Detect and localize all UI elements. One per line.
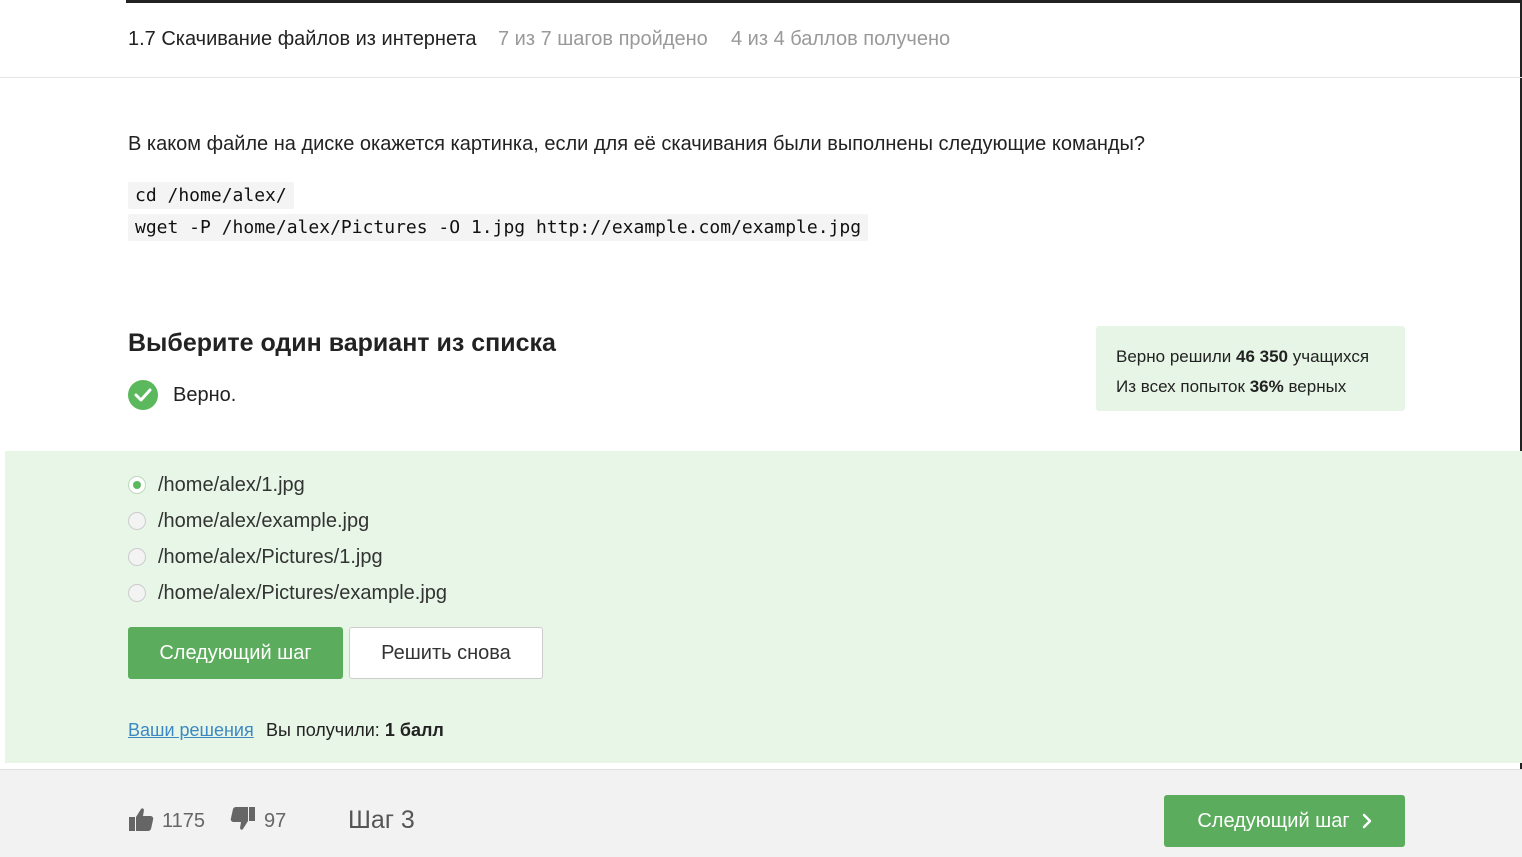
dislike-count: 97: [264, 809, 287, 832]
retry-button[interactable]: Решить снова: [349, 627, 543, 679]
option-label: /home/alex/Pictures/example.jpg: [158, 581, 448, 604]
stats-box: Верно решили 46 350 учащихся Из всех поп…: [1096, 326, 1405, 411]
option-item[interactable]: /home/alex/Pictures/example.jpg: [128, 582, 447, 604]
code-line: cd /home/alex/: [128, 182, 294, 209]
chevron-right-icon: [1362, 813, 1372, 829]
like-button[interactable]: 1175: [128, 807, 205, 835]
received-value: 1 балл: [384, 720, 444, 740]
like-count: 1175: [162, 809, 206, 832]
option-label: /home/alex/1.jpg: [158, 473, 305, 496]
next-step-button[interactable]: Следующий шаг: [128, 627, 343, 679]
thumbs-up-icon: [128, 806, 154, 837]
your-solutions-link[interactable]: Ваши решения: [128, 720, 254, 741]
points-progress: 4 из 4 баллов получено: [731, 28, 951, 50]
received-points: Вы получили: 1 балл: [266, 720, 444, 740]
result-text: Верно.: [173, 383, 237, 406]
option-label: /home/alex/Pictures/1.jpg: [158, 545, 383, 568]
attempts-stat: Из всех попыток 36% верных: [1116, 377, 1347, 396]
lesson-header: 1.7 Скачивание файлов из интернета 7 из …: [0, 0, 1522, 78]
steps-progress: 7 из 7 шагов пройдено: [498, 28, 708, 50]
option-label: /home/alex/example.jpg: [158, 509, 370, 532]
quiz-title: Выберите один вариант из списка: [128, 329, 556, 357]
thumbs-down-icon: [230, 806, 256, 837]
answer-panel: [5, 451, 1522, 763]
option-item[interactable]: /home/alex/example.jpg: [128, 510, 369, 532]
solved-stat: Верно решили 46 350 учащихся: [1116, 347, 1370, 366]
radio-button[interactable]: [128, 548, 146, 566]
check-circle-icon: [128, 380, 158, 410]
footer-next-step-button[interactable]: Следующий шаг: [1164, 795, 1405, 847]
code-line: wget -P /home/alex/Pictures -O 1.jpg htt…: [128, 214, 869, 241]
dislike-button[interactable]: 97: [230, 806, 287, 837]
lesson-title[interactable]: 1.7 Скачивание файлов из интернета: [128, 28, 477, 51]
radio-button[interactable]: [128, 476, 146, 494]
radio-button[interactable]: [128, 512, 146, 530]
option-item[interactable]: /home/alex/Pictures/1.jpg: [128, 546, 383, 568]
question-text: В каком файле на диске окажется картинка…: [128, 133, 1146, 155]
option-item[interactable]: /home/alex/1.jpg: [128, 474, 305, 496]
result-status: Верно.: [128, 380, 236, 410]
radio-button[interactable]: [128, 584, 146, 602]
footer-next-label: Следующий шаг: [1197, 809, 1350, 832]
step-label: Шаг 3: [348, 806, 415, 834]
